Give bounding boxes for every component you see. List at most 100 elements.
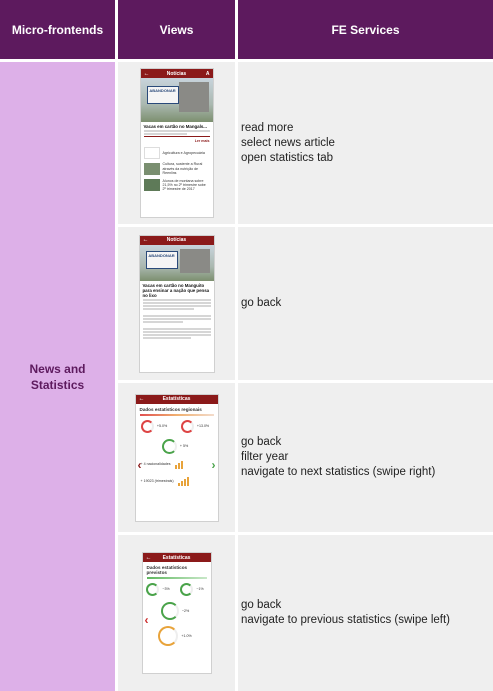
stat-value: +13.0% bbox=[196, 423, 210, 428]
text-line bbox=[142, 301, 211, 304]
service-item: go back bbox=[241, 436, 282, 448]
stat-card: + 4 nacionalidades bbox=[141, 460, 213, 469]
stat-ring bbox=[140, 419, 154, 433]
related-thumb bbox=[143, 147, 160, 160]
services-cell-news-article: go back bbox=[238, 227, 493, 380]
article-image: ABANDONAR bbox=[139, 244, 214, 281]
mini-bar-chart bbox=[174, 460, 183, 469]
stat-value: ~3% bbox=[162, 587, 170, 592]
services-cell-statistics-previous: go back navigate to previous statistics … bbox=[238, 535, 493, 691]
back-arrow-icon: ← bbox=[142, 237, 149, 243]
stat-ring bbox=[180, 419, 194, 433]
text-line bbox=[142, 314, 211, 317]
stat-card: +13.0% bbox=[180, 419, 212, 433]
back-arrow-icon: ← bbox=[145, 554, 152, 561]
stat-ring bbox=[160, 602, 179, 620]
stat-value: ~2% bbox=[181, 608, 190, 613]
service-item: read more bbox=[241, 121, 294, 134]
text-size-icon: A bbox=[205, 70, 210, 77]
text-line bbox=[142, 320, 184, 323]
article-image-sign-text: ABANDONAR bbox=[148, 252, 175, 258]
stat-value: ~1% bbox=[196, 587, 204, 592]
article-headline: Vacas em cartão no Manguito para ensinar… bbox=[142, 282, 210, 298]
related-text: Agricultura e Agropecuária bbox=[162, 151, 205, 156]
app-bar-title: Notícias bbox=[166, 237, 187, 243]
stat-card: +1.0% bbox=[143, 626, 211, 646]
stat-rings-row: ~3% ~1% bbox=[143, 583, 211, 596]
stat-value: +5.0% bbox=[156, 423, 168, 428]
service-item: open statistics tab bbox=[241, 151, 334, 164]
stat-card: ~2% bbox=[143, 602, 211, 620]
news-list-screen: ← Notícias A ABANDONAR Vacas em cartão n… bbox=[139, 68, 214, 218]
app-bar: ← Notícias bbox=[139, 235, 214, 245]
mini-bar-chart bbox=[177, 476, 189, 486]
text-line bbox=[142, 317, 211, 320]
related-item: Cultura, sustente a Rural através da nut… bbox=[143, 162, 210, 176]
news-headline: Vacas em cartão no Mangals... bbox=[143, 124, 207, 129]
services-cell-news-list: read more select news article open stati… bbox=[238, 62, 493, 224]
micro-frontend-label-line1: News and bbox=[29, 361, 86, 376]
year-filter-bar bbox=[146, 577, 207, 579]
stat-card: + 19023 (trimestrais) bbox=[140, 476, 213, 486]
related-text: Cultura, sustente a Rural através da nut… bbox=[162, 162, 203, 176]
news-article-screen: ← Notícias ABANDONAR Vacas em cartão no … bbox=[138, 234, 215, 373]
app-bar-title: Estatísticas bbox=[162, 396, 191, 402]
text-line bbox=[142, 330, 211, 333]
service-item: navigate to previous statistics (swipe l… bbox=[241, 614, 451, 626]
statistics-heading: Dados estatísticos previstos bbox=[146, 565, 188, 575]
building-shape bbox=[178, 82, 209, 112]
year-filter-bar bbox=[139, 413, 214, 416]
related-text: Alunos de montana sobre 21,5% no 2º trim… bbox=[162, 178, 206, 192]
stat-card: +5.0% bbox=[140, 419, 170, 433]
text-line bbox=[142, 298, 211, 301]
view-cell-statistics-previous: ← Estatísticas Dados estatísticos previs… bbox=[118, 535, 235, 691]
stat-ring bbox=[146, 583, 160, 596]
micro-frontend-cell: News and Statistics bbox=[0, 62, 115, 691]
news-image-sign-text: ABANDONAR bbox=[149, 88, 176, 93]
statistics-screen: ← Estatísticas Dados estatísticos region… bbox=[134, 393, 219, 522]
previous-arrow-icon[interactable]: ‹ bbox=[138, 458, 142, 472]
text-line bbox=[142, 336, 191, 339]
app-bar-title: Estatísticas bbox=[162, 554, 191, 561]
previous-arrow-icon[interactable]: ‹ bbox=[145, 613, 149, 627]
related-item: Alunos de montana sobre 21,5% no 2º trim… bbox=[143, 178, 210, 192]
related-thumb bbox=[143, 163, 160, 176]
read-more-rule bbox=[143, 136, 210, 137]
view-cell-statistics: ← Estatísticas Dados estatísticos region… bbox=[118, 383, 235, 532]
read-more-link: Ler mais bbox=[194, 139, 210, 143]
app-bar: ← Estatísticas bbox=[142, 553, 211, 562]
related-item: Agricultura e Agropecuária bbox=[143, 147, 210, 160]
stat-card: + 5% bbox=[136, 438, 218, 454]
service-item: select news article bbox=[241, 136, 335, 149]
back-arrow-icon: ← bbox=[143, 70, 150, 77]
text-line bbox=[142, 307, 195, 310]
services-cell-statistics: go back filter year navigate to next sta… bbox=[238, 383, 493, 532]
stat-value: +1.0% bbox=[181, 633, 192, 638]
header-views: Views bbox=[118, 0, 235, 59]
view-cell-news-list: ← Notícias A ABANDONAR Vacas em cartão n… bbox=[118, 62, 235, 224]
header-fe-services: FE Services bbox=[238, 0, 493, 59]
app-bar-title: Notícias bbox=[166, 70, 187, 77]
service-item: navigate to next statistics (swipe right… bbox=[241, 466, 436, 478]
text-line bbox=[143, 133, 187, 135]
stat-rings-row: +5.0% +13.0% bbox=[136, 419, 218, 433]
stat-value: + 19023 (trimestrais) bbox=[140, 478, 174, 483]
micro-frontend-label-line2: Statistics bbox=[30, 377, 85, 392]
article-image-sign: ABANDONAR bbox=[145, 250, 178, 269]
service-item: filter year bbox=[241, 451, 289, 463]
service-item: go back bbox=[241, 297, 282, 309]
back-arrow-icon: ← bbox=[138, 396, 145, 402]
statistics-heading: Dados estatísticos regionais bbox=[139, 406, 202, 412]
service-item: go back bbox=[241, 599, 282, 611]
stat-card: ~3% bbox=[146, 583, 172, 596]
next-arrow-icon[interactable]: › bbox=[212, 458, 216, 472]
stat-ring bbox=[161, 438, 177, 454]
view-cell-news-article: ← Notícias ABANDONAR Vacas em cartão no … bbox=[118, 227, 235, 380]
stat-ring bbox=[180, 583, 194, 596]
app-bar: ← Notícias A bbox=[140, 69, 213, 78]
stat-value: + 5% bbox=[179, 443, 189, 448]
text-line bbox=[143, 130, 210, 132]
text-line bbox=[142, 327, 211, 330]
